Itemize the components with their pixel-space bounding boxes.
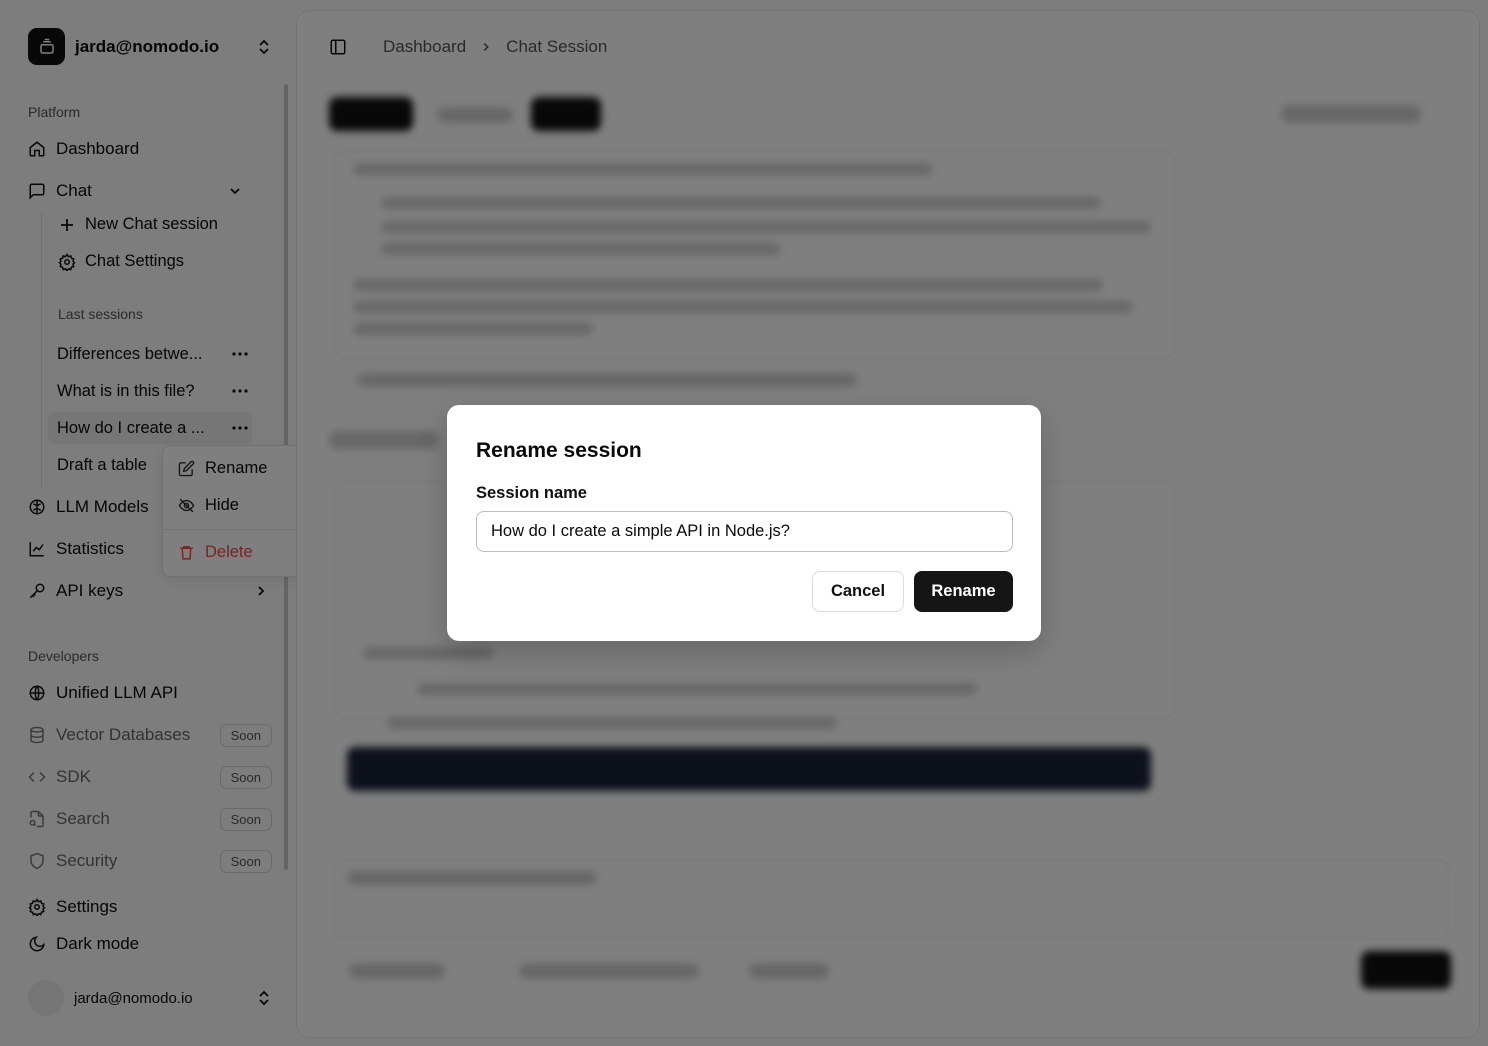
cancel-button[interactable]: Cancel bbox=[812, 571, 904, 612]
session-name-input[interactable] bbox=[476, 511, 1013, 552]
rename-button[interactable]: Rename bbox=[914, 571, 1013, 612]
session-name-label: Session name bbox=[476, 484, 587, 502]
rename-session-dialog: Rename session Session name Cancel Renam… bbox=[447, 405, 1041, 641]
dialog-title: Rename session bbox=[476, 439, 642, 462]
